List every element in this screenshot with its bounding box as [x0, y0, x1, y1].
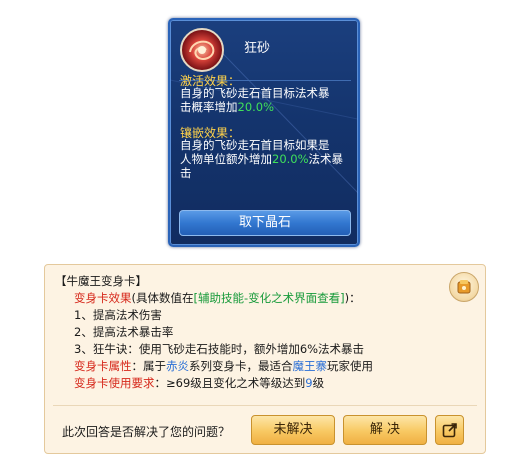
- activate-value: 20.0%: [237, 100, 275, 114]
- inlay-line-3: 击: [180, 166, 192, 180]
- unsolved-button[interactable]: 未解决: [251, 415, 335, 445]
- gem-icon: [180, 28, 224, 72]
- gem-tooltip: 狂砂 激活效果： 自身的飞砂走石首目标法术暴 击概率增加20.0% 镶嵌效果： …: [168, 18, 360, 247]
- effect-item-3: 3、狂牛诀：使用飞砂走石技能时，额外增加6%法术暴击: [74, 342, 365, 356]
- activate-line-2-text: 击概率增加: [180, 100, 238, 114]
- inlay-value: 20.0%: [272, 152, 309, 166]
- solved-button[interactable]: 解 决: [343, 415, 427, 445]
- effect-link[interactable]: [辅助技能-变化之术界面查看]: [194, 291, 345, 305]
- effect-label: 变身卡效果: [74, 291, 132, 305]
- requirement-level: 9: [305, 376, 313, 390]
- activate-line-1: 自身的飞砂走石首目标法术暴: [180, 86, 330, 100]
- answer-body: 【牛魔王变身卡】 变身卡效果(具体数值在[辅助技能-变化之术界面查看])： 1、…: [55, 273, 373, 392]
- share-button[interactable]: [435, 415, 464, 445]
- answer-title: 【牛魔王变身卡】: [55, 274, 147, 288]
- remove-gem-button[interactable]: 取下晶石: [179, 210, 351, 236]
- requirement-label: 变身卡使用要求: [74, 376, 155, 390]
- share-external-icon: [442, 423, 457, 438]
- inlay-line-1: 自身的飞砂走石首目标如果是: [180, 138, 330, 152]
- activate-line-2: 击概率增加20.0%: [180, 100, 352, 114]
- wallet-badge-icon: [449, 272, 479, 302]
- mowangzhai-link[interactable]: 魔王寨: [293, 359, 328, 373]
- attribute-text-2: 系列变身卡，最适合: [189, 359, 293, 373]
- gem-name: 狂砂: [244, 41, 271, 56]
- inlay-effect-text: 自身的飞砂走石首目标如果是 人物单位额外增加20.0%法术暴 击: [180, 138, 352, 180]
- activate-effect-text: 自身的飞砂走石首目标法术暴 击概率增加20.0%: [180, 86, 352, 114]
- inlay-line-2-suffix: 法术暴: [308, 152, 344, 166]
- answer-card: 【牛魔王变身卡】 变身卡效果(具体数值在[辅助技能-变化之术界面查看])： 1、…: [44, 264, 486, 454]
- inlay-line-2: 人物单位额外增加20.0%法术暴: [180, 152, 352, 166]
- attribute-text-1: ：属于: [131, 359, 167, 373]
- requirement-text-2: 级: [312, 376, 325, 390]
- feedback-question: 此次回答是否解决了您的问题？: [62, 425, 231, 439]
- inlay-line-2-prefix: 人物单位额外增加: [180, 152, 272, 166]
- effect-paren-close: )：: [344, 291, 361, 305]
- chiyan-link[interactable]: 赤炎: [166, 359, 189, 373]
- attribute-text-3: 玩家使用: [327, 359, 373, 373]
- requirement-line: 变身卡使用要求：≥69级且变化之术等级达到9级: [55, 375, 373, 392]
- effect-item-1: 1、提高法术伤害: [74, 308, 162, 322]
- attribute-label: 变身卡属性: [74, 359, 132, 373]
- requirement-text-1: ：≥69级且变化之术等级达到: [154, 376, 306, 390]
- effect-item-2: 2、提高法术暴击率: [74, 325, 174, 339]
- effect-paren-open: (具体数值在: [131, 291, 194, 305]
- attribute-line: 变身卡属性：属于赤炎系列变身卡，最适合魔王寨玩家使用: [55, 358, 373, 375]
- divider: [53, 405, 477, 406]
- effect-line: 变身卡效果(具体数值在[辅助技能-变化之术界面查看])：: [55, 290, 373, 307]
